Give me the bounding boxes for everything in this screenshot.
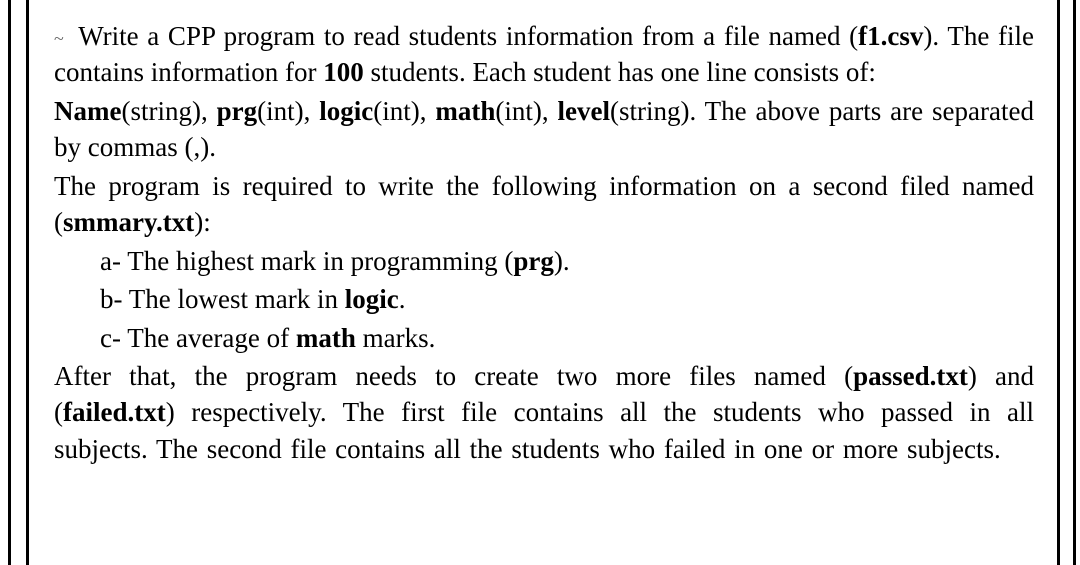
intro-paragraph: ~ Write a CPP program to read students i… <box>54 18 1034 91</box>
field-logic: logic <box>319 96 373 126</box>
list-item-b: b- The lowest mark in logic. <box>54 281 1034 317</box>
field-math: math <box>435 96 495 126</box>
field-math-type: (int), <box>495 96 557 126</box>
lead-mark: ~ <box>54 29 78 49</box>
intro-text-1: Write a CPP program to read students inf… <box>78 21 858 51</box>
item-b-tail: . <box>399 284 406 314</box>
filename-passed: passed.txt <box>853 361 968 391</box>
summary-tail: ): <box>194 207 211 237</box>
filename-failed: failed.txt <box>63 397 166 427</box>
filename-f1: f1.csv <box>858 21 923 51</box>
field-name: Name <box>54 96 121 126</box>
field-level: level <box>557 96 609 126</box>
item-c-bold: math <box>296 323 356 353</box>
intro-text-3: students. Each student has one line cons… <box>364 57 876 87</box>
item-c-tail: marks. <box>356 323 435 353</box>
student-count: 100 <box>323 57 364 87</box>
list-item-c: c- The average of math marks. <box>54 320 1034 356</box>
document-body: ~ Write a CPP program to read students i… <box>54 18 1034 469</box>
after-tail: ) respectively. The first file contains … <box>54 397 1034 463</box>
item-b-bold: logic <box>345 284 399 314</box>
field-logic-type: (int), <box>373 96 435 126</box>
field-prg: prg <box>217 96 258 126</box>
item-b-lead: b- The lowest mark in <box>100 284 345 314</box>
list-item-a: a- The highest mark in programming (prg)… <box>54 243 1034 279</box>
filename-summary: smmary.txt <box>63 207 194 237</box>
item-a-tail: ). <box>554 246 570 276</box>
field-name-type: (string), <box>121 96 216 126</box>
item-c-lead: c- The average of <box>100 323 296 353</box>
field-prg-type: (int), <box>257 96 319 126</box>
fields-paragraph: Name(string), prg(int), logic(int), math… <box>54 93 1034 166</box>
after-lead: After that, the program needs to create … <box>54 361 853 391</box>
item-a-bold: prg <box>513 246 554 276</box>
item-a-lead: a- The highest mark in programming ( <box>100 246 513 276</box>
summary-paragraph: The program is required to write the fol… <box>54 168 1034 241</box>
after-paragraph: After that, the program needs to create … <box>54 358 1034 467</box>
